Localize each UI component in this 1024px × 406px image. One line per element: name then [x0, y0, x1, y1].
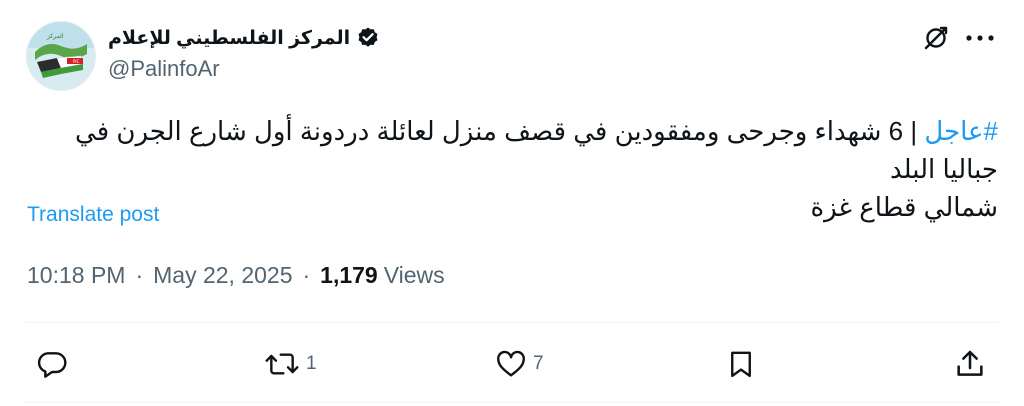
divider [26, 322, 998, 323]
svg-text:المركز: المركز [46, 33, 64, 40]
translate-post-link[interactable]: Translate post [27, 203, 159, 227]
meta-separator: · [135, 262, 144, 288]
bookmark-button[interactable] [726, 344, 756, 384]
bookmark-icon [731, 351, 751, 378]
post-text-line1: | 6 شهداء وجرحى ومفقودين في قصف منزل لعا… [75, 116, 998, 184]
post-date[interactable]: May 22, 2025 [153, 262, 292, 289]
repost-button[interactable]: 1 [264, 344, 317, 384]
grok-icon [924, 26, 948, 50]
like-button[interactable]: 7 [495, 344, 544, 384]
post-text-line2: شمالي قطاع غزة [810, 192, 998, 222]
share-button[interactable] [954, 344, 986, 384]
more-dots-icon [966, 35, 994, 41]
repost-count: 1 [306, 353, 317, 374]
svg-text:PIC: PIC [73, 59, 80, 64]
views-label: Views [383, 262, 445, 288]
heart-icon [497, 350, 525, 377]
post-time[interactable]: 10:18 PM [27, 262, 125, 289]
post-meta: 10:18 PM · May 22, 2025 · 1,179 Views [27, 262, 445, 289]
post-text: #عاجل | 6 شهداء وجرحى ومفقودين في قصف من… [28, 112, 998, 226]
reply-icon [37, 352, 67, 378]
hashtag-link[interactable]: #عاجل [924, 116, 998, 146]
author-name[interactable]: المركز الفلسطيني للإعلام [108, 27, 350, 50]
grok-button[interactable] [920, 22, 952, 54]
avatar[interactable]: PIC المركز [26, 21, 96, 91]
views-count: 1,179 [320, 262, 378, 288]
reply-button[interactable] [36, 344, 68, 384]
author-name-row[interactable]: المركز الفلسطيني للإعلام [108, 24, 380, 52]
verified-badge-icon [356, 26, 380, 50]
more-button[interactable] [962, 22, 998, 54]
palinfo-logo-icon: PIC المركز [27, 22, 95, 90]
tweet: PIC المركز المركز الفلسطيني للإعلام @Pal… [0, 0, 1024, 406]
repost-icon [265, 353, 299, 375]
author-handle[interactable]: @PalinfoAr [108, 56, 220, 82]
divider [26, 402, 998, 403]
share-icon [957, 350, 983, 376]
meta-separator: · [302, 262, 311, 288]
like-count: 7 [533, 353, 544, 374]
